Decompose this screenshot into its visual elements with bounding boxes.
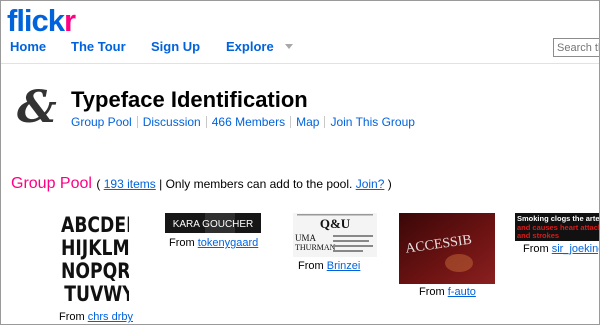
caption-from: From xyxy=(298,260,324,272)
discussion-link[interactable]: Discussion xyxy=(143,115,201,129)
photo-caption: From Brinzei xyxy=(298,260,360,272)
photo-owner-link[interactable]: chrs drby xyxy=(88,311,133,323)
group-title: Typeface Identification xyxy=(71,87,308,112)
photo-owner-link[interactable]: tokenygaard xyxy=(198,237,259,249)
uma-text: UMA xyxy=(295,233,317,243)
photo-caption: From sir_joeking xyxy=(523,243,599,255)
access-sign-image: ACCESSIB xyxy=(399,213,495,284)
group-ampersand-icon: & xyxy=(17,82,57,133)
alphabet-line: NOPQRS xyxy=(61,258,129,283)
subnav-divider xyxy=(324,116,326,128)
kara-goucher-text: KARA GOUCHER xyxy=(173,219,254,230)
pool-photo[interactable]: Smoking clogs the arter and causes heart… xyxy=(515,213,600,241)
map-link[interactable]: Map xyxy=(296,115,319,129)
pool-info: ( 193 items | Only members can add to th… xyxy=(96,177,391,191)
caption-from: From xyxy=(169,237,195,249)
thurman-text: THURMAN xyxy=(295,243,336,252)
members-link[interactable]: 466 Members xyxy=(212,115,285,129)
kara-goucher-image: KARA GOUCHER xyxy=(165,213,261,233)
qu-text: Q&U xyxy=(320,216,351,231)
qu-poster-image: Q&U UMA THURMAN xyxy=(293,213,377,257)
pool-photo[interactable]: KARA GOUCHER xyxy=(165,213,261,233)
warning-line: and strokes xyxy=(517,231,559,240)
photo-caption: From tokenygaard xyxy=(169,237,258,249)
pool-pipe: | xyxy=(159,177,163,191)
explore-dropdown-icon[interactable] xyxy=(285,44,293,49)
logo-text-pink: r xyxy=(64,3,76,38)
group-subnav: Group Pool Discussion 466 Members Map Join T… xyxy=(71,115,415,129)
photo-caption: From chrs drby xyxy=(59,311,133,323)
pool-photo[interactable]: Q&U UMA THURMAN xyxy=(293,213,377,257)
subnav-divider xyxy=(136,116,138,128)
flickr-logo[interactable]: flickr xyxy=(7,3,76,39)
subnav-divider xyxy=(290,116,292,128)
pool-join-link[interactable]: Join? xyxy=(356,177,385,191)
header-divider xyxy=(1,63,599,64)
pool-photo[interactable]: ACCESSIB xyxy=(399,213,495,284)
pool-paren-close: ) xyxy=(387,177,392,191)
join-group-link[interactable]: Join This Group xyxy=(330,115,415,129)
photo-owner-link[interactable]: Brinzei xyxy=(327,260,361,272)
logo-text-blue: flick xyxy=(7,3,65,38)
nav-explore[interactable]: Explore xyxy=(226,39,274,54)
alphabet-line: TUVWY xyxy=(64,281,129,306)
nav-home[interactable]: Home xyxy=(10,39,46,54)
pool-heading: Group Pool ( 193 items | Only members ca… xyxy=(11,175,392,193)
smoking-warning-image: Smoking clogs the arter and causes heart… xyxy=(515,213,600,241)
caption-from: From xyxy=(419,286,445,298)
caption-from: From xyxy=(59,311,85,323)
alphabet-image: ABCDEF HIJKLM NOPQRS TUVWY xyxy=(61,213,129,306)
pool-members-text: Only members can add to the pool. xyxy=(165,177,353,191)
caption-from: From xyxy=(523,243,549,255)
warning-line: Smoking clogs the arter xyxy=(517,214,600,223)
photo-owner-link[interactable]: f-auto xyxy=(448,286,476,298)
pool-title: Group Pool xyxy=(11,175,92,192)
subnav-divider xyxy=(205,116,207,128)
pool-paren-open: ( xyxy=(96,177,101,191)
alphabet-line: HIJKLM xyxy=(61,235,129,260)
search-input[interactable] xyxy=(553,38,599,57)
photo-caption: From f-auto xyxy=(419,286,476,298)
browser-frame: flickr Home The Tour Sign Up Explore & T… xyxy=(0,0,600,325)
nav-the-tour[interactable]: The Tour xyxy=(71,39,126,54)
group-pool-link[interactable]: Group Pool xyxy=(71,115,132,129)
nav-sign-up[interactable]: Sign Up xyxy=(151,39,200,54)
photo-owner-link[interactable]: sir_joeking xyxy=(552,243,599,255)
pool-items-link[interactable]: 193 items xyxy=(104,177,156,191)
pool-photo[interactable]: ABCDEF HIJKLM NOPQRS TUVWY xyxy=(61,213,129,309)
alphabet-line: ABCDEF xyxy=(61,213,129,237)
